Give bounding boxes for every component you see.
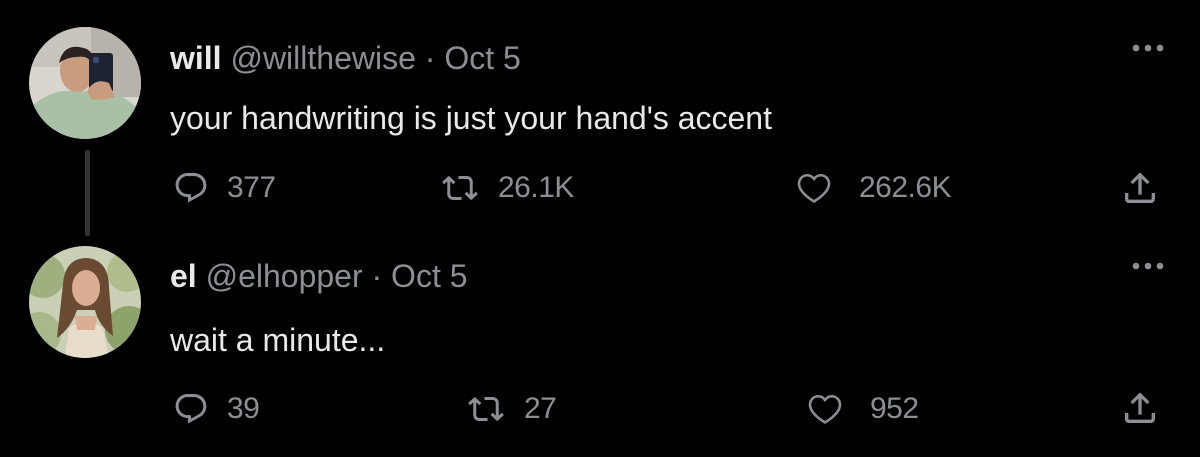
reply-count: 39 [227, 392, 260, 425]
heart-icon [797, 173, 831, 203]
display-name[interactable]: will [170, 40, 222, 76]
more-options-icon[interactable] [1130, 258, 1170, 278]
tweet-header: will @willthewise · Oct 5 [170, 40, 521, 76]
like-button[interactable]: 952 [806, 391, 919, 427]
retweet-count: 26.1K [498, 171, 574, 204]
display-name[interactable]: el [170, 258, 197, 294]
tweet-date[interactable]: Oct 5 [444, 40, 520, 76]
like-button[interactable]: 262.6K [795, 170, 952, 206]
share-button[interactable] [1120, 168, 1160, 213]
user-handle[interactable]: @elhopper [206, 258, 363, 294]
tweet-text: wait a minute... [170, 322, 386, 358]
share-icon [1125, 392, 1155, 423]
like-count: 262.6K [859, 171, 952, 204]
avatar-el[interactable] [29, 246, 141, 358]
reply-icon [175, 173, 207, 203]
reply-button[interactable]: 39 [173, 391, 260, 427]
tweet-text: your handwriting is just your hand's acc… [170, 100, 772, 136]
retweet-count: 27 [524, 392, 557, 425]
retweet-button[interactable]: 26.1K [440, 170, 574, 206]
thread-connector-line [85, 150, 90, 236]
avatar-will[interactable] [29, 27, 141, 139]
separator-dot: · [371, 258, 383, 294]
heart-icon [808, 394, 842, 424]
tweet-header: el @elhopper · Oct 5 [170, 258, 468, 294]
share-button[interactable] [1120, 388, 1160, 433]
user-handle[interactable]: @willthewise [230, 40, 415, 76]
retweet-icon [442, 175, 478, 201]
separator-dot: · [424, 40, 436, 76]
share-icon [1125, 172, 1155, 203]
reply-count: 377 [227, 171, 276, 204]
more-options-icon[interactable] [1130, 40, 1170, 60]
tweet-date[interactable]: Oct 5 [391, 258, 467, 294]
like-count: 952 [870, 392, 919, 425]
retweet-icon [468, 396, 504, 422]
retweet-button[interactable]: 27 [466, 391, 557, 427]
reply-icon [175, 394, 207, 424]
reply-button[interactable]: 377 [173, 170, 276, 206]
